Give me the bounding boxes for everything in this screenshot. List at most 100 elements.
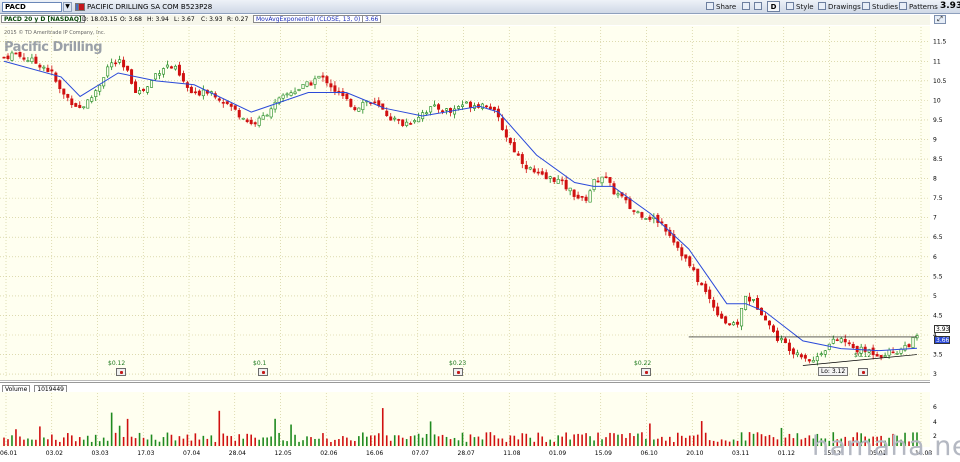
- volume-bar: [497, 438, 500, 446]
- volume-bar: [509, 435, 512, 446]
- volume-bar: [485, 432, 488, 446]
- volume-bar: [645, 438, 647, 446]
- volume-bar: [688, 435, 691, 446]
- volume-bar: [768, 434, 771, 446]
- dividend-icon[interactable]: [453, 368, 463, 376]
- dividend-icon[interactable]: [116, 368, 126, 376]
- volume-bar: [657, 438, 659, 446]
- volume-scale-4: 4: [933, 419, 937, 426]
- volume-bar: [533, 441, 536, 446]
- volume-bar: [780, 427, 783, 446]
- volume-bar: [405, 439, 408, 446]
- volume-bar: [800, 439, 803, 446]
- volume-bar: [413, 435, 416, 446]
- volume-bar: [433, 434, 436, 446]
- volume-bar: [27, 438, 29, 446]
- volume-bar: [417, 433, 420, 446]
- volume-bar: [242, 438, 245, 446]
- volume-bar: [744, 440, 747, 446]
- volume-bar: [74, 441, 77, 446]
- volume-bar: [262, 437, 264, 446]
- volume-bar: [565, 432, 567, 446]
- volume-bar: [804, 437, 807, 446]
- volume-bar: [11, 435, 13, 446]
- volume-bar: [90, 441, 93, 446]
- volume-bar: [385, 435, 388, 446]
- volume-bar: [35, 439, 37, 446]
- ema-tag: 3.66: [934, 336, 950, 344]
- volume-bar: [210, 435, 213, 446]
- volume-bar: [310, 437, 312, 446]
- volume-bar: [465, 441, 468, 446]
- volume-bar: [661, 436, 663, 446]
- dividend-icon[interactable]: [641, 368, 651, 376]
- volume-bar: [593, 440, 595, 446]
- volume-bar: [122, 436, 125, 446]
- volume-bar: [445, 436, 448, 446]
- volume-bar: [728, 441, 731, 446]
- volume-bar: [322, 433, 324, 446]
- volume-bar: [637, 433, 639, 446]
- volume-bar: [118, 425, 121, 446]
- volume-bar: [342, 436, 344, 446]
- volume-bar: [330, 441, 332, 446]
- volume-bar: [190, 440, 193, 446]
- volume-bar: [545, 441, 548, 446]
- volume-bar: [692, 435, 695, 446]
- volume-bar: [31, 439, 33, 446]
- volume-bar: [138, 432, 141, 446]
- volume-bar: [298, 441, 300, 446]
- volume-bar: [641, 432, 643, 446]
- volume-bar: [748, 432, 751, 446]
- volume-bar: [154, 439, 157, 446]
- volume-bar: [629, 433, 631, 446]
- volume-bar: [409, 436, 412, 446]
- volume-bar: [174, 440, 177, 446]
- volume-bar: [86, 435, 89, 446]
- volume-bar: [226, 435, 229, 446]
- volume-bar: [278, 432, 280, 446]
- volume-bar: [326, 438, 328, 446]
- dividend-icon[interactable]: [858, 368, 868, 376]
- volume-bar: [302, 440, 304, 446]
- volume-bar: [63, 437, 65, 446]
- volume-bar: [381, 408, 384, 446]
- volume-bar: [206, 438, 209, 446]
- volume-bar: [358, 436, 360, 446]
- volume-bar: [680, 435, 683, 446]
- volume-bar: [708, 440, 711, 446]
- volume-bar: [186, 434, 189, 446]
- volume-bar: [82, 439, 85, 446]
- volume-bar: [146, 439, 149, 446]
- dividend-icon[interactable]: [258, 368, 268, 376]
- volume-bar: [266, 437, 268, 446]
- volume-bar: [613, 433, 615, 446]
- volume-bar: [772, 437, 775, 446]
- volume-bar: [294, 434, 296, 446]
- volume-bar: [98, 441, 101, 446]
- volume-bar: [784, 437, 787, 446]
- volume-bar: [581, 434, 583, 446]
- volume-bar: [684, 437, 687, 446]
- volume-bar: [114, 432, 117, 446]
- dividend-label: $0.1: [253, 360, 267, 367]
- volume-bar: [274, 418, 276, 446]
- volume-bar: [238, 434, 241, 446]
- dividend-label: $0.12: [108, 360, 126, 367]
- volume-bar: [290, 424, 292, 446]
- dividend-label: $0.12: [854, 352, 872, 359]
- volume-bar: [350, 440, 352, 446]
- volume-bar: [194, 433, 197, 446]
- volume-bar: [178, 436, 181, 446]
- volume-bar: [585, 433, 587, 446]
- volume-bar: [202, 435, 205, 446]
- volume-bar: [453, 437, 456, 446]
- price-tag: 3.93: [934, 325, 950, 333]
- volume-bar: [561, 436, 563, 446]
- volume-bar: [517, 439, 520, 446]
- volume-bar: [250, 434, 252, 446]
- volume-bar: [529, 437, 532, 446]
- volume-bar: [449, 439, 452, 446]
- volume-bar: [513, 435, 516, 446]
- volume-bar: [808, 435, 811, 446]
